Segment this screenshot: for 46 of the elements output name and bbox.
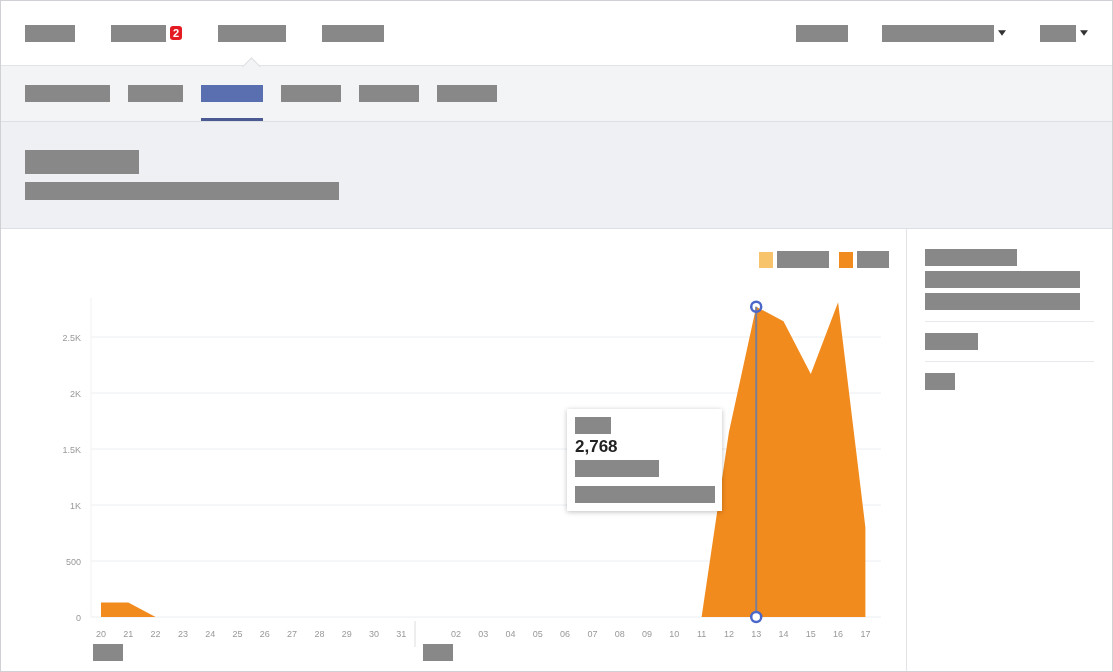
x-axis-label: 22 — [150, 629, 161, 639]
x-axis-label: 31 — [396, 629, 407, 639]
redaction-bar — [925, 373, 955, 390]
y-axis-label: 2.5K — [62, 333, 81, 343]
x-axis-label: 25 — [232, 629, 243, 639]
y-axis-label: 0 — [76, 613, 81, 623]
x-axis-label: 09 — [642, 629, 652, 639]
redaction-bar — [857, 251, 889, 268]
y-axis-label: 1.5K — [62, 445, 81, 455]
x-axis-label: 10 — [669, 629, 680, 639]
redaction-bar — [423, 644, 453, 661]
x-axis-label: 29 — [341, 629, 352, 639]
x-axis-label: 30 — [369, 629, 379, 639]
x-axis-label: 21 — [123, 629, 134, 639]
x-axis-label: 24 — [205, 629, 216, 639]
y-axis-label: 2K — [70, 389, 81, 399]
redaction-bar — [777, 251, 829, 268]
notification-badge: 2 — [170, 26, 183, 40]
x-axis-label: 26 — [259, 629, 270, 639]
x-axis-label: 07 — [587, 629, 598, 639]
x-axis-label: 14 — [778, 629, 789, 639]
tooltip-value: 2,768 — [575, 437, 618, 457]
redaction-bar — [575, 417, 611, 434]
x-axis-label: 03 — [478, 629, 489, 639]
x-axis-label: 06 — [560, 629, 571, 639]
caret-icon — [998, 30, 1006, 36]
x-axis-label: 23 — [177, 629, 188, 639]
nav-tab[interactable]: 2 — [111, 1, 183, 65]
y-axis-label: 500 — [65, 557, 81, 567]
x-axis-label: 05 — [532, 629, 543, 639]
redaction-bar — [925, 333, 978, 350]
x-axis-label: 17 — [860, 629, 871, 639]
x-axis-label: 15 — [805, 629, 816, 639]
caret-icon — [1080, 30, 1088, 36]
x-axis-label: 16 — [833, 629, 844, 639]
x-axis-label: 27 — [287, 629, 298, 639]
y-axis-label: 1K — [70, 501, 81, 511]
x-axis-label: 28 — [314, 629, 325, 639]
x-axis-label: 13 — [751, 629, 762, 639]
redaction-bar — [93, 644, 123, 661]
x-axis-label: 20 — [96, 629, 106, 639]
x-axis-label: 11 — [696, 629, 707, 639]
x-axis-label: 04 — [505, 629, 516, 639]
x-axis-label: 08 — [614, 629, 625, 639]
x-axis-label: 12 — [723, 629, 734, 639]
x-axis-label: 02 — [450, 629, 461, 639]
